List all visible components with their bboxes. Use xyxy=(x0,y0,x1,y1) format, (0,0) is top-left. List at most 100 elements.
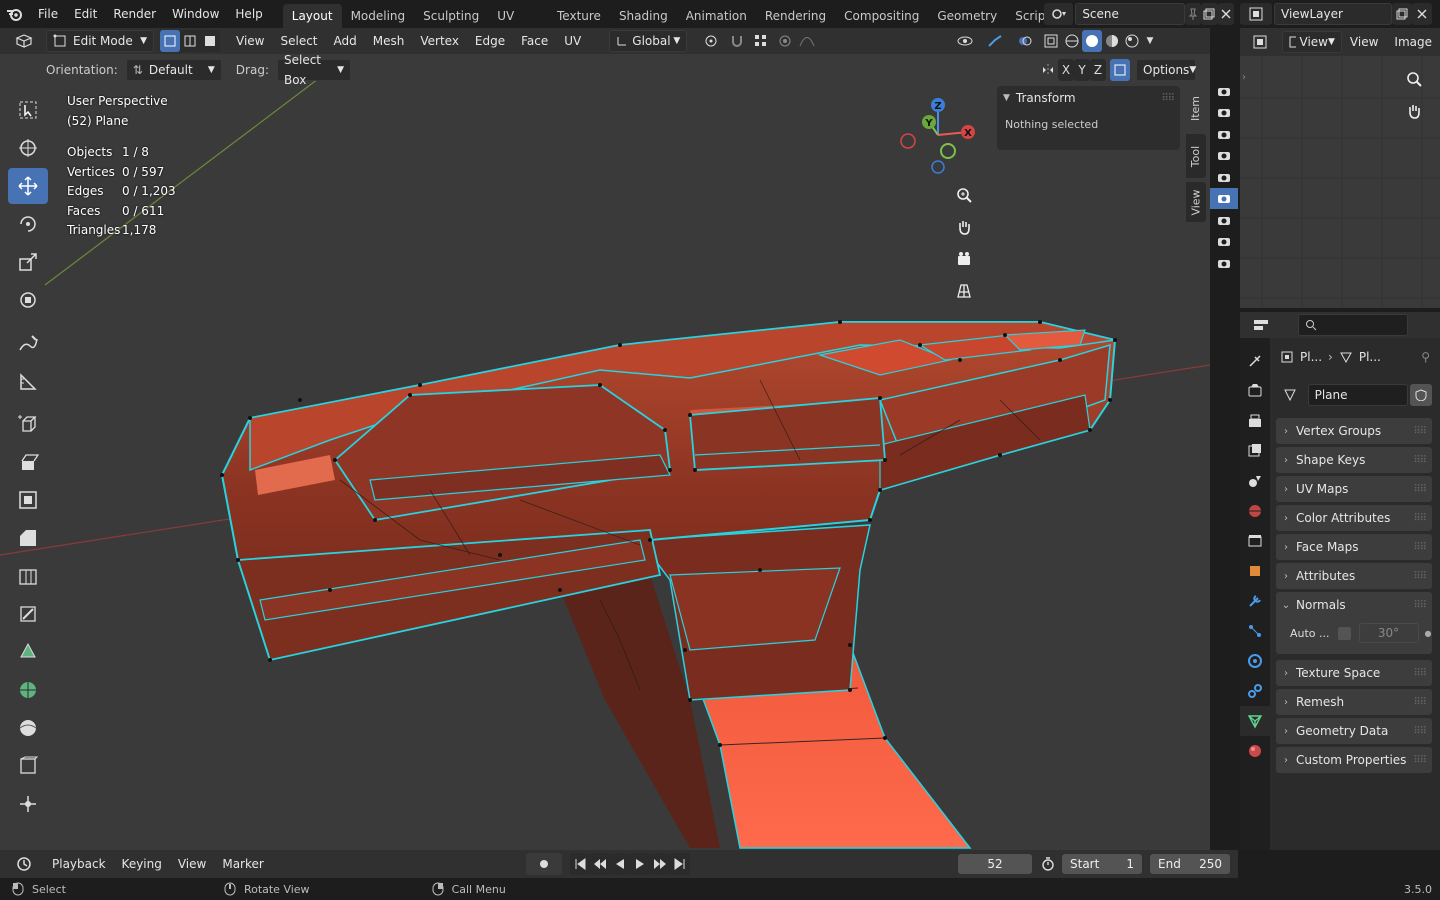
poly-build-tool[interactable] xyxy=(8,634,48,670)
rotate-tool[interactable] xyxy=(8,206,48,242)
panel-remesh[interactable]: › Remesh ⠿⠿ xyxy=(1276,689,1432,715)
navigation-gizmo[interactable]: Z X Y xyxy=(898,95,980,177)
header-menu-face[interactable]: Face xyxy=(513,34,556,48)
shading-dropdown-icon[interactable]: ▼ xyxy=(1142,30,1158,52)
camera-icon[interactable] xyxy=(1210,252,1238,274)
header-menu-vertex[interactable]: Vertex xyxy=(412,34,467,48)
zoom-icon[interactable] xyxy=(1402,66,1430,96)
tab-item[interactable]: Item xyxy=(1186,86,1206,130)
mirror-x-button[interactable]: X xyxy=(1058,59,1074,81)
cursor-tool[interactable] xyxy=(8,130,48,166)
menu-window[interactable]: Window xyxy=(164,0,227,28)
panel-face-maps[interactable]: › Face Maps ⠿⠿ xyxy=(1276,534,1432,560)
modifier-tab-icon[interactable] xyxy=(1240,586,1270,616)
3d-viewport[interactable] xyxy=(0,28,1210,850)
panel-geometry-data[interactable]: › Geometry Data ⠿⠿ xyxy=(1276,718,1432,744)
panel-texture-space[interactable]: › Texture Space ⠿⠿ xyxy=(1276,660,1432,686)
header-menu-view[interactable]: View xyxy=(228,34,272,48)
properties-search-input[interactable] xyxy=(1298,314,1408,336)
camera-icon[interactable] xyxy=(1210,166,1238,188)
normals-header[interactable]: ⌄ Normals ⠿⠿ xyxy=(1276,592,1432,618)
camera-view-icon[interactable] xyxy=(952,246,980,276)
image-editor[interactable]: › xyxy=(1240,28,1440,308)
next-keyframe-icon[interactable] xyxy=(650,853,670,875)
collection-tab-icon[interactable] xyxy=(1240,526,1270,556)
overlays-icon[interactable] xyxy=(1010,30,1040,52)
mesh-name-field[interactable]: Plane xyxy=(1307,384,1409,406)
menu-file[interactable]: File xyxy=(30,0,66,28)
tab-compositing[interactable]: Compositing xyxy=(835,4,928,28)
tab-sculpting[interactable]: Sculpting xyxy=(414,4,488,28)
scene-name-field[interactable]: Scene xyxy=(1075,3,1185,25)
tab-rendering[interactable]: Rendering xyxy=(756,4,835,28)
transform-tool[interactable] xyxy=(8,282,48,318)
menu-help[interactable]: Help xyxy=(227,0,270,28)
mode-dropdown[interactable]: Edit Mode ▼ xyxy=(46,30,154,52)
shrink-fatten-tool[interactable] xyxy=(8,786,48,822)
header-menu-select[interactable]: Select xyxy=(272,34,325,48)
tab-geometry-nodes[interactable]: Geometry Nodes xyxy=(928,4,1006,28)
knife-tool[interactable] xyxy=(8,596,48,632)
camera-icon[interactable] xyxy=(1210,231,1238,253)
output-tab-icon[interactable] xyxy=(1240,406,1270,436)
gizmo-icon[interactable] xyxy=(980,30,1010,52)
zoom-icon[interactable] xyxy=(952,182,980,212)
pin-icon[interactable] xyxy=(1184,3,1202,25)
view-layer-tab-icon[interactable] xyxy=(1240,436,1270,466)
mirror-z-button[interactable]: Z xyxy=(1090,59,1106,81)
collapse-arrow-icon[interactable]: › xyxy=(1242,72,1246,83)
render-tab-icon[interactable] xyxy=(1240,376,1270,406)
timeline-menu-keying[interactable]: Keying xyxy=(114,857,170,871)
auto-keying-button[interactable] xyxy=(526,853,562,875)
shading-wireframe-icon[interactable] xyxy=(1062,30,1082,52)
orientation-dropdown[interactable]: ⇅ Default ▼ xyxy=(125,59,222,81)
jump-start-icon[interactable] xyxy=(570,853,590,875)
pan-hand-icon[interactable] xyxy=(1402,98,1430,128)
measure-tool[interactable] xyxy=(8,364,48,400)
falloff-icon[interactable] xyxy=(795,30,819,52)
select-box-tool[interactable] xyxy=(8,92,48,128)
play-reverse-icon[interactable] xyxy=(610,853,630,875)
auto-smooth-angle-field[interactable]: 30° xyxy=(1358,623,1419,643)
data-tab-icon[interactable] xyxy=(1240,706,1270,736)
timeline-menu-marker[interactable]: Marker xyxy=(214,857,271,871)
image-menu-image[interactable]: Image xyxy=(1386,35,1440,49)
pin-icon[interactable]: ⚲ xyxy=(1421,350,1430,364)
tab-uv-editing[interactable]: UV Editing xyxy=(488,4,548,28)
proportional-edit-icon[interactable] xyxy=(775,30,795,52)
scene-tab-icon[interactable] xyxy=(1240,466,1270,496)
camera-icon[interactable] xyxy=(1210,145,1238,167)
scale-tool[interactable] xyxy=(8,244,48,280)
xray-icon[interactable] xyxy=(1040,30,1062,52)
blender-logo-icon[interactable] xyxy=(0,0,30,28)
material-tab-icon[interactable] xyxy=(1240,736,1270,766)
delete-scene-icon[interactable] xyxy=(1217,3,1234,25)
properties-editor-icon[interactable] xyxy=(1246,314,1276,336)
timeline-menu-playback[interactable]: Playback xyxy=(44,857,114,871)
camera-icon[interactable] xyxy=(1210,102,1238,124)
physics-tab-icon[interactable] xyxy=(1240,646,1270,676)
shading-material-icon[interactable] xyxy=(1102,30,1122,52)
view-layer-name-field[interactable]: ViewLayer xyxy=(1274,3,1392,25)
panel-vertex-groups[interactable]: › Vertex Groups ⠿⠿ xyxy=(1276,418,1432,444)
transform-panel-header[interactable]: ▼ Transform ⠿⠿ xyxy=(997,86,1180,110)
panel-shape-keys[interactable]: › Shape Keys ⠿⠿ xyxy=(1276,447,1432,473)
camera-icon[interactable] xyxy=(1210,123,1238,145)
new-view-layer-icon[interactable] xyxy=(1392,3,1412,25)
drag-dropdown[interactable]: Select Box ▼ xyxy=(276,53,351,87)
image-menu-view[interactable]: View xyxy=(1342,35,1386,49)
camera-icon[interactable] xyxy=(1210,80,1238,102)
menu-render[interactable]: Render xyxy=(105,0,164,28)
loop-cut-tool[interactable] xyxy=(8,558,48,594)
tab-modeling[interactable]: Modeling xyxy=(342,4,415,28)
header-menu-mesh[interactable]: Mesh xyxy=(365,34,413,48)
inset-tool[interactable] xyxy=(8,482,48,518)
object-tab-icon[interactable] xyxy=(1240,556,1270,586)
perspective-toggle-icon[interactable] xyxy=(952,278,980,308)
tab-view[interactable]: View xyxy=(1186,182,1206,222)
camera-icon[interactable] xyxy=(1210,209,1238,231)
constraints-tab-icon[interactable] xyxy=(1240,676,1270,706)
pan-hand-icon[interactable] xyxy=(952,214,980,244)
snap-icon[interactable] xyxy=(727,30,747,52)
current-frame-field[interactable]: 52 xyxy=(958,854,1032,874)
